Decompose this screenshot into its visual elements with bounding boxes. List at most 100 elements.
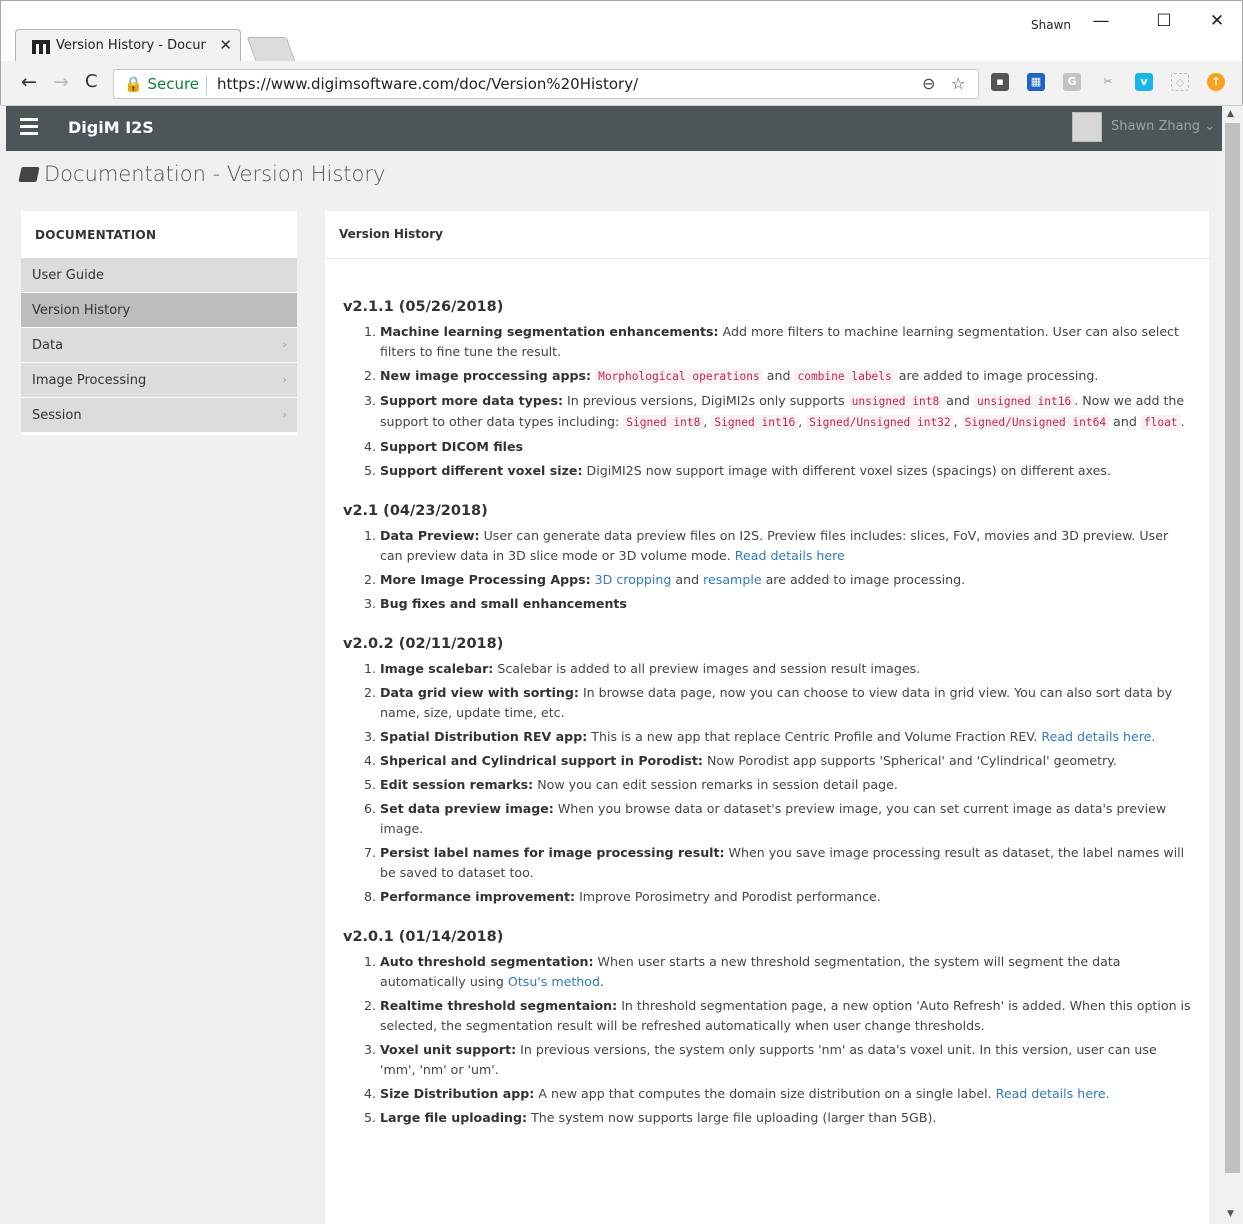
secure-label: Secure — [147, 75, 200, 93]
item-bold: Size Distribution app: — [380, 1086, 535, 1101]
item-bold: Spatial Distribution REV app: — [380, 729, 588, 744]
code-snippet: Morphological operations — [595, 369, 763, 384]
close-window-icon[interactable]: ✕ — [1202, 11, 1232, 31]
item-text: In previous versions, DigiMI2s only supp… — [567, 393, 845, 408]
address-bar[interactable]: 🔒 Secure https://www.digimsoftware.com/d… — [113, 69, 979, 99]
scroll-down-icon[interactable]: ▼ — [1227, 1209, 1234, 1219]
maximize-icon[interactable]: ☐ — [1149, 11, 1179, 31]
item-text: The system now supports large file uploa… — [531, 1110, 937, 1125]
item-bold: Data grid view with sorting: — [380, 685, 579, 700]
list-item: More Image Processing Apps: 3D cropping … — [380, 570, 1191, 590]
brand-name[interactable]: DigiM I2S — [68, 118, 154, 137]
browser-tab[interactable]: Version History - Docume ✕ — [15, 29, 241, 63]
bookmark-star-icon[interactable]: ☆ — [951, 74, 965, 93]
profile-name[interactable]: Shawn — [1031, 18, 1071, 32]
item-text: Now Porodist app supports 'Spherical' an… — [706, 753, 1117, 768]
list-item: Bug fixes and small enhancements — [380, 594, 1191, 614]
sidebar-heading: DOCUMENTATION — [35, 228, 157, 242]
item-bold: New image proccessing apps: — [380, 368, 592, 383]
sidebar-item-label: Data — [32, 338, 64, 353]
sidebar-item-label: Image Processing — [32, 373, 147, 388]
back-icon[interactable]: ← — [21, 71, 37, 93]
item-text: and — [946, 393, 970, 408]
minimize-icon[interactable]: — — [1086, 11, 1116, 31]
list-item: Shperical and Cylindrical support in Por… — [380, 751, 1191, 771]
version-list: Machine learning segmentation enhancemen… — [343, 322, 1191, 481]
list-item: Data Preview: User can generate data pre… — [380, 526, 1191, 566]
read-details-link[interactable]: Read details here. — [996, 1086, 1110, 1101]
code-snippet: unsigned int8 — [848, 394, 943, 409]
avatar[interactable] — [1072, 112, 1102, 142]
code-snippet: float — [1140, 415, 1181, 430]
list-item: New image proccessing apps: Morphologica… — [380, 366, 1191, 387]
frame-extension-icon[interactable]: ◇ — [1171, 73, 1189, 91]
chevron-right-icon: › — [282, 338, 287, 351]
sidebar-item-data[interactable]: Data › — [21, 328, 297, 363]
menu-icon[interactable] — [20, 118, 38, 138]
item-bold: Shperical and Cylindrical support in Por… — [380, 753, 703, 768]
scrollbar[interactable]: ▲ ▼ — [1222, 106, 1243, 1224]
list-item: Large file uploading: The system now sup… — [380, 1108, 1191, 1128]
code-snippet: Signed int16 — [711, 415, 799, 430]
reload-icon[interactable]: C — [85, 71, 98, 92]
grid-extension-icon[interactable]: ▦ — [1027, 73, 1045, 91]
sidebar-item-session[interactable]: Session › — [21, 398, 297, 433]
item-bold: Support more data types: — [380, 393, 563, 408]
sidebar-item-image-processing[interactable]: Image Processing › — [21, 363, 297, 398]
list-item: Edit session remarks: Now you can edit s… — [380, 775, 1191, 795]
item-text: This is a new app that replace Centric P… — [591, 729, 1038, 744]
scrollbar-thumb[interactable] — [1225, 123, 1240, 1173]
version-list: Data Preview: User can generate data pre… — [343, 526, 1191, 614]
secure-indicator[interactable]: 🔒 Secure — [124, 75, 199, 93]
read-details-link[interactable]: Read details here. — [1041, 729, 1155, 744]
content-body: v2.1.1 (05/26/2018) Machine learning seg… — [325, 259, 1209, 1128]
item-bold: Auto threshold segmentation: — [380, 954, 594, 969]
version-list: Image scalebar: Scalebar is added to all… — [343, 659, 1191, 907]
3d-cropping-link[interactable]: 3D cropping — [595, 572, 672, 587]
sidebar-item-version-history[interactable]: Version History — [21, 293, 297, 328]
item-text: Improve Porosimetry and Porodist perform… — [579, 889, 881, 904]
g-extension-icon[interactable]: G — [1063, 73, 1081, 91]
browser-toolbar: ← → C 🔒 Secure https://www.digimsoftware… — [1, 61, 1242, 106]
code-snippet: Signed int8 — [623, 415, 704, 430]
new-tab-button[interactable] — [246, 37, 296, 61]
chevron-down-icon: ⌄ — [1204, 119, 1216, 134]
item-bold: Voxel unit support: — [380, 1042, 517, 1057]
item-bold: Realtime threshold segmentaion: — [380, 998, 618, 1013]
zoom-icon[interactable]: ⊖ — [922, 74, 935, 93]
item-text: . — [599, 974, 604, 989]
resample-link[interactable]: resample — [703, 572, 761, 587]
tab-strip: Version History - Docume ✕ Shawn — ☐ ✕ — [1, 1, 1242, 63]
item-bold: Large file uploading: — [380, 1110, 528, 1125]
tab-close-icon[interactable]: ✕ — [219, 36, 232, 54]
otsu-method-link[interactable]: Otsu's method — [508, 974, 600, 989]
version-title: v2.0.2 (02/11/2018) — [343, 636, 504, 652]
content-panel: Version History v2.1.1 (05/26/2018) Mach… — [325, 211, 1209, 1224]
panel-heading: Version History — [325, 211, 1209, 259]
scroll-up-icon[interactable]: ▲ — [1227, 109, 1234, 119]
digim-logo-icon — [32, 40, 50, 54]
version-title: v2.0.1 (01/14/2018) — [343, 929, 504, 945]
user-menu[interactable]: Shawn Zhang ⌄ — [1111, 119, 1215, 134]
list-item: Persist label names for image processing… — [380, 843, 1191, 883]
version-title: v2.1.1 (05/26/2018) — [343, 299, 504, 315]
list-item: Size Distribution app: A new app that co… — [380, 1084, 1191, 1104]
lock-icon: 🔒 — [124, 75, 143, 93]
scissors-extension-icon[interactable]: ✂ — [1099, 73, 1117, 91]
forward-icon[interactable]: → — [53, 71, 69, 93]
list-item: Data grid view with sorting: In browse d… — [380, 683, 1191, 723]
item-text: and — [675, 572, 700, 587]
url-text[interactable]: https://www.digimsoftware.com/doc/Versio… — [217, 75, 638, 93]
list-item: Support DICOM files — [380, 437, 1191, 457]
item-bold: Support different voxel size: — [380, 463, 583, 478]
upload-extension-icon[interactable]: ↑ — [1207, 73, 1225, 91]
sidebar-item-user-guide[interactable]: User Guide — [21, 258, 297, 293]
sidebar-item-label: Session — [32, 408, 82, 423]
item-text: and — [1113, 414, 1137, 429]
read-details-link[interactable]: Read details here — [735, 548, 845, 563]
list-item: Voxel unit support: In previous versions… — [380, 1040, 1191, 1080]
vimeo-extension-icon[interactable]: v — [1135, 73, 1153, 91]
item-text: and — [766, 368, 791, 383]
extension-icon[interactable]: ▪ — [991, 73, 1009, 91]
app-header: DigiM I2S Shawn Zhang ⌄ — [6, 106, 1222, 151]
